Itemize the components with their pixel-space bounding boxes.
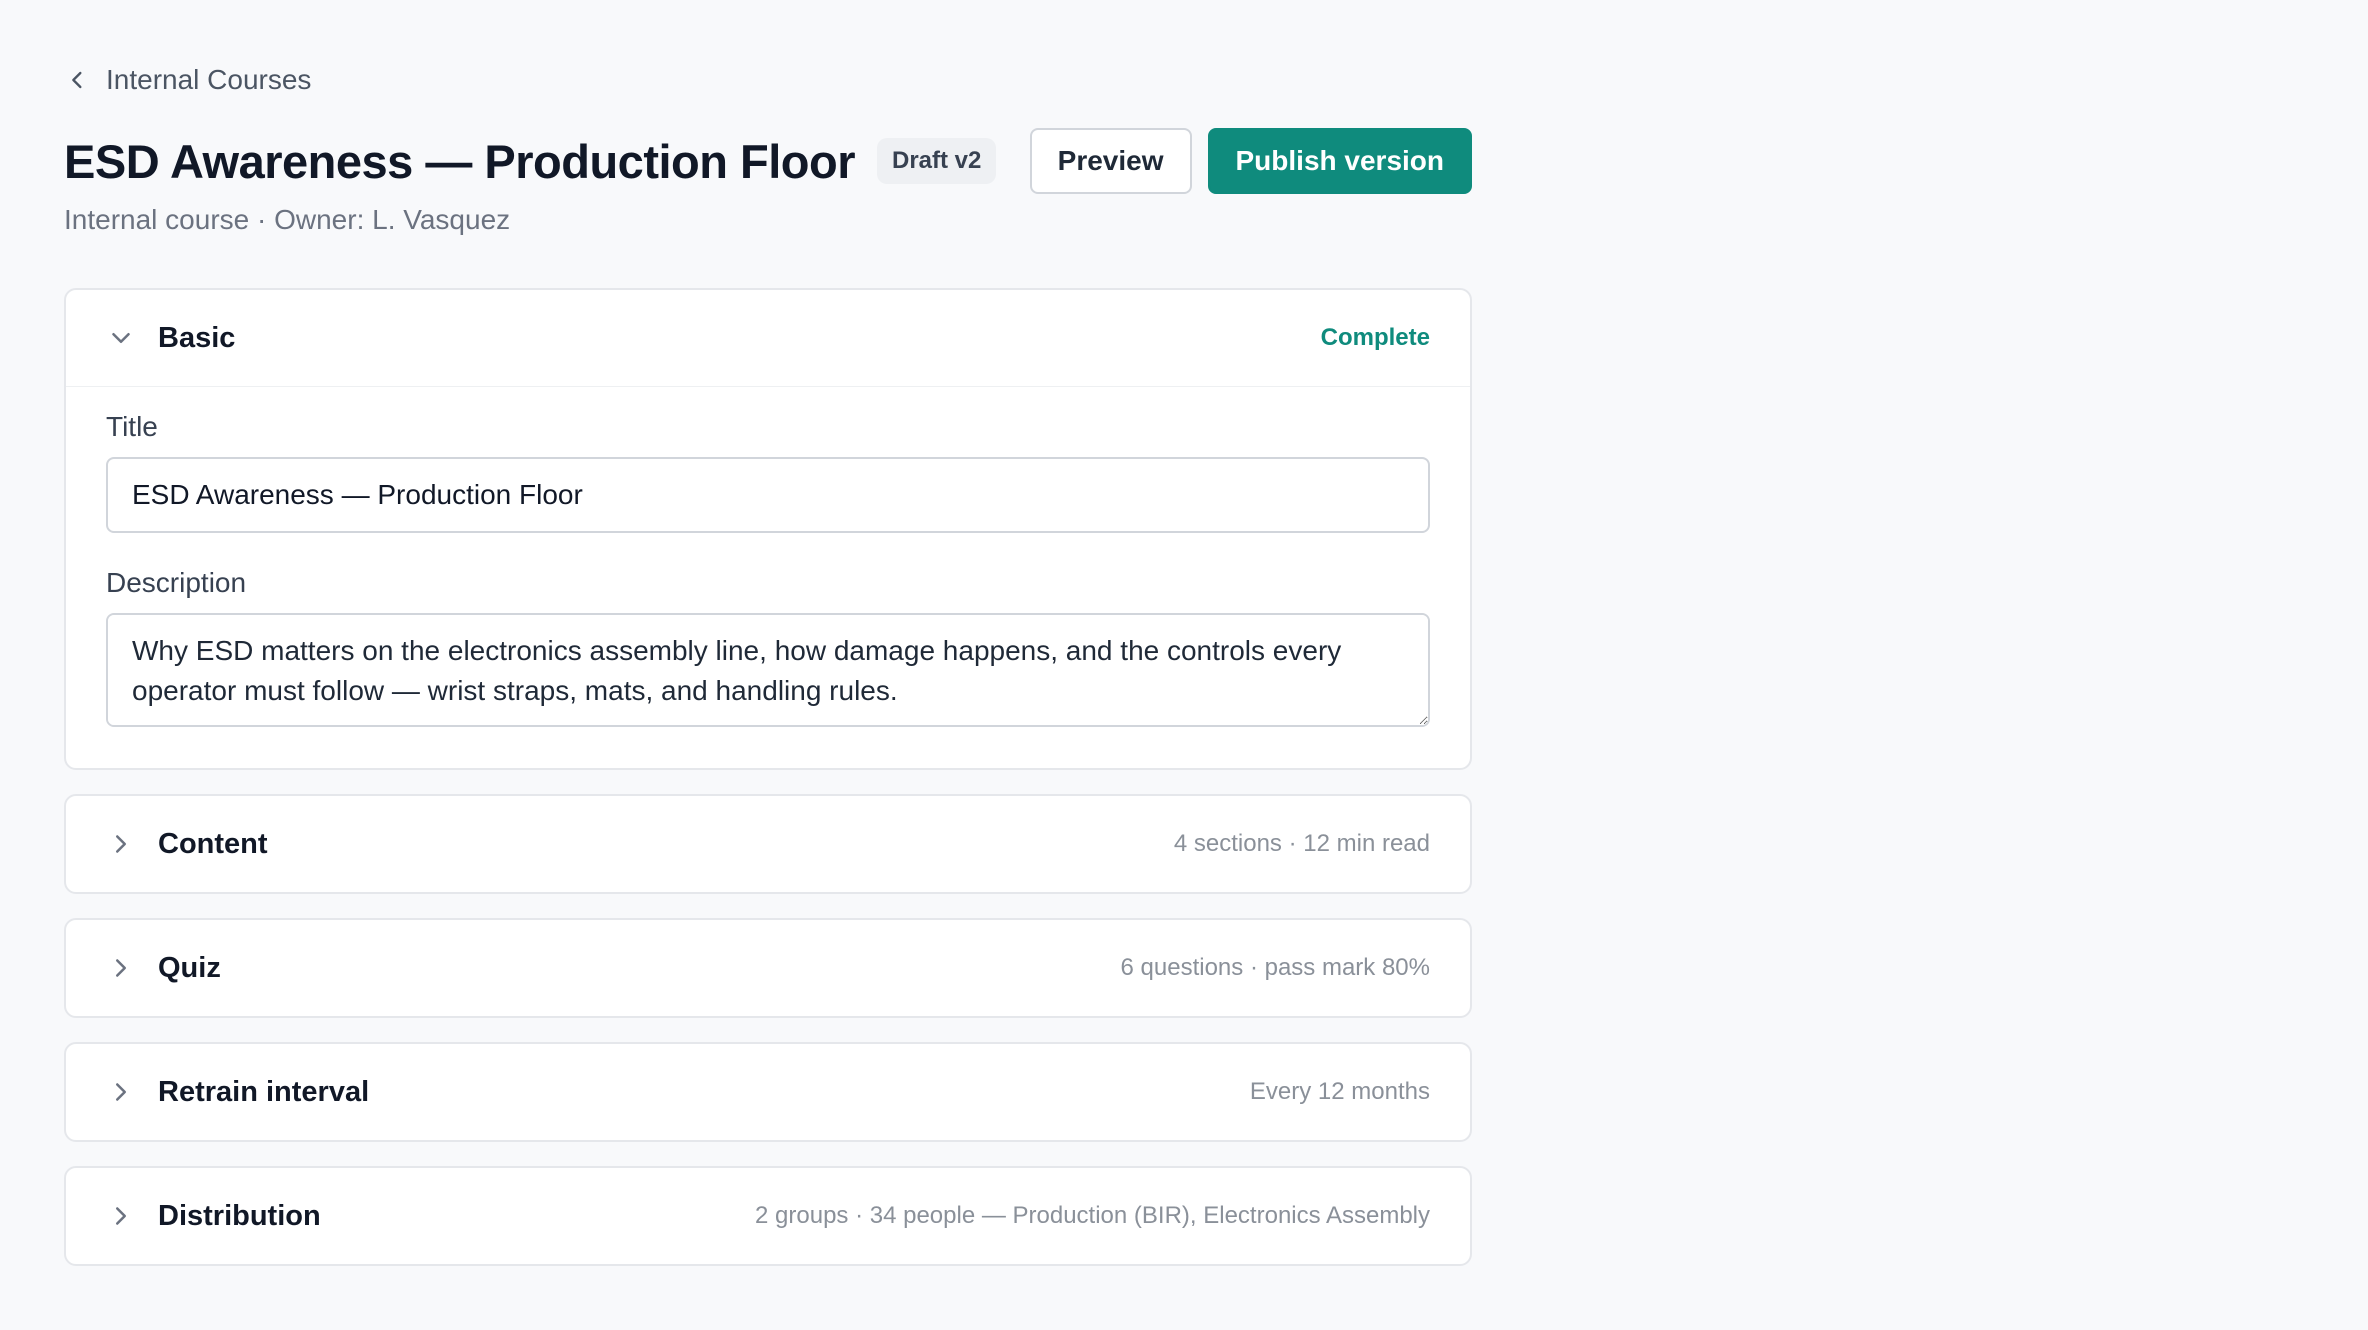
section-basic-body: Title Description Why ESD matters on the…: [66, 387, 1470, 784]
section-content-header[interactable]: Content 4 sections · 12 min read: [66, 796, 1470, 892]
chevron-down-icon: [112, 333, 130, 343]
chevron-right-icon: [116, 959, 126, 977]
section-distribution-header[interactable]: Distribution 2 groups · 34 people — Prod…: [66, 1168, 1470, 1264]
section-distribution: Distribution 2 groups · 34 people — Prod…: [64, 1166, 1472, 1266]
section-retrain-interval: Retrain interval Every 12 months: [64, 1042, 1472, 1142]
section-quiz-header[interactable]: Quiz 6 questions · pass mark 80%: [66, 920, 1470, 1016]
section-title: Quiz: [158, 951, 221, 984]
section-retrain-header[interactable]: Retrain interval Every 12 months: [66, 1044, 1470, 1140]
description-label: Description: [106, 567, 247, 598]
course-editor-page: Internal Courses ESD Awareness — Product…: [0, 0, 2368, 1330]
chevron-left-icon: [72, 71, 82, 89]
section-summary: Every 12 months: [1249, 1078, 1430, 1105]
section-summary: 6 questions · pass mark 80%: [1120, 954, 1430, 981]
section-basic-header[interactable]: Basic Complete: [66, 290, 1470, 386]
chevron-right-icon: [116, 1083, 126, 1101]
page-header: ESD Awareness — Production Floor Draft v…: [64, 126, 1472, 196]
header-actions: Preview Publish version: [1029, 128, 1472, 194]
chevron-right-icon: [116, 1207, 126, 1225]
title-label: Title: [106, 411, 158, 442]
preview-button[interactable]: Preview: [1029, 128, 1192, 194]
section-status: Complete: [1320, 324, 1430, 351]
publish-version-button[interactable]: Publish version: [1207, 128, 1472, 194]
description-textarea[interactable]: Why ESD matters on the electronics assem…: [106, 613, 1430, 727]
section-title: Content: [158, 827, 268, 860]
breadcrumb-label: Internal Courses: [106, 64, 312, 95]
section-quiz: Quiz 6 questions · pass mark 80%: [64, 918, 1472, 1018]
page-subtitle: Internal course · Owner: L. Vasquez: [64, 204, 511, 235]
section-title: Basic: [158, 321, 236, 354]
section-summary: 4 sections · 12 min read: [1173, 830, 1430, 857]
section-summary: 2 groups · 34 people — Production (BIR),…: [755, 1202, 1430, 1229]
status-badge: Draft v2: [877, 138, 997, 184]
page-title: ESD Awareness — Production Floor: [64, 134, 856, 188]
chevron-right-icon: [116, 835, 126, 853]
section-title: Distribution: [158, 1199, 321, 1232]
section-content: Content 4 sections · 12 min read: [64, 794, 1472, 894]
title-input[interactable]: [106, 457, 1430, 533]
section-basic: Basic Complete Title Description Why ESD…: [64, 288, 1472, 770]
breadcrumb[interactable]: Internal Courses: [64, 64, 311, 96]
section-title: Retrain interval: [158, 1075, 370, 1108]
